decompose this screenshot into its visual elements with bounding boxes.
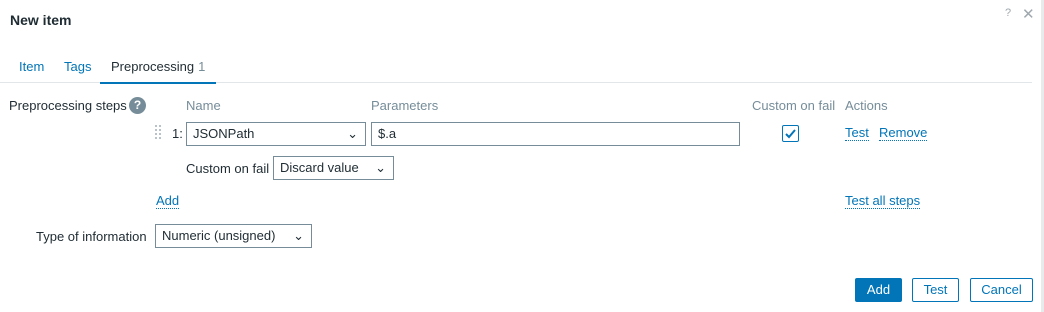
custom-on-fail-select[interactable]: Discard value ⌄ (273, 156, 394, 180)
close-icon[interactable]: ✕ (1022, 5, 1035, 23)
cancel-button[interactable]: Cancel (970, 278, 1033, 302)
tab-item[interactable]: Item (19, 59, 44, 83)
add-step-link[interactable]: Add (156, 194, 180, 209)
new-item-dialog: New item ? ✕ Item Tags Preprocessing 1 Pr… (0, 0, 1044, 312)
step-test-link[interactable]: Test (845, 126, 869, 141)
step-remove-link[interactable]: Remove (879, 126, 928, 141)
tab-tags[interactable]: Tags (64, 59, 91, 83)
chevron-down-icon: ⌄ (347, 126, 358, 141)
tab-tags-label: Tags (64, 59, 92, 74)
column-header-custom-on-fail: Custom on fail (752, 98, 836, 113)
chevron-down-icon: ⌄ (375, 160, 386, 175)
custom-on-fail-label: Custom on fail (186, 161, 270, 176)
dialog-title: New item (10, 12, 72, 28)
column-header-name: Name (186, 98, 221, 113)
help-icon[interactable]: ? (1005, 7, 1011, 19)
step-type-value: JSONPath (193, 126, 255, 141)
preprocessing-steps-label: Preprocessing steps (9, 98, 127, 113)
test-all-steps-link[interactable]: Test all steps (845, 194, 921, 209)
step-parameter-input[interactable]: $.a (371, 122, 740, 146)
checkmark-icon (785, 129, 796, 139)
test-button[interactable]: Test (912, 278, 959, 302)
tab-item-label: Item (19, 59, 45, 74)
custom-on-fail-value: Discard value (280, 160, 359, 175)
step-type-select[interactable]: JSONPath ⌄ (186, 122, 366, 146)
tab-bar: Item Tags Preprocessing 1 (0, 59, 1032, 84)
tab-preprocessing-label: Preprocessing (111, 59, 195, 74)
tab-preprocessing[interactable]: Preprocessing 1 (99, 59, 217, 84)
add-button[interactable]: Add (855, 278, 902, 302)
step-index: 1: (172, 126, 183, 141)
type-of-information-value: Numeric (unsigned) (162, 228, 276, 243)
question-mark-help-icon[interactable]: ? (129, 97, 146, 114)
type-of-information-label: Type of information (36, 229, 147, 244)
step-parameter-value: $.a (378, 126, 397, 141)
type-of-information-select[interactable]: Numeric (unsigned) ⌄ (155, 224, 312, 248)
column-header-actions: Actions (845, 98, 888, 113)
drag-handle-icon[interactable] (155, 124, 163, 142)
chevron-down-icon: ⌄ (293, 228, 304, 243)
column-header-parameters: Parameters (371, 98, 439, 113)
tab-preprocessing-count: 1 (198, 59, 206, 74)
custom-on-fail-checkbox[interactable] (782, 125, 799, 142)
